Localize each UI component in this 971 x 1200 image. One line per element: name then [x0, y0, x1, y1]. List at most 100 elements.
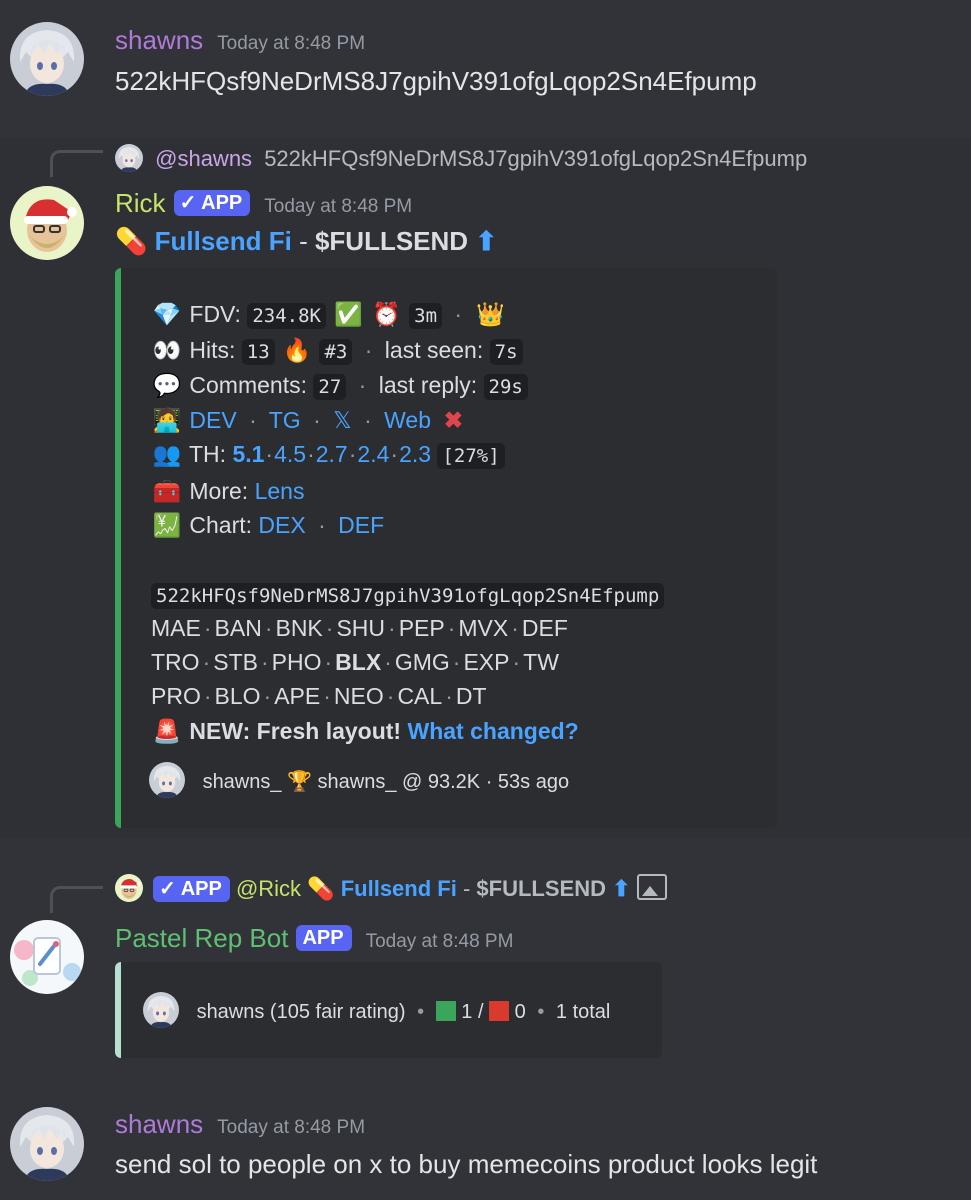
separator: ·: [452, 649, 461, 675]
separator: ·: [390, 441, 399, 467]
separator: ·: [358, 372, 367, 398]
separator: ·: [511, 615, 519, 641]
red-square-icon: [489, 1001, 510, 1021]
separator: ·: [260, 649, 269, 675]
link-dt[interactable]: DT: [456, 683, 487, 709]
link-blx[interactable]: BLX: [335, 649, 381, 675]
link-mvx[interactable]: MVX: [458, 615, 508, 641]
crown-icon: 👑: [476, 301, 505, 327]
fdv-value: 234.8K: [247, 303, 326, 329]
reply-token-name[interactable]: Fullsend Fi: [341, 876, 457, 901]
link-pho[interactable]: PHO: [272, 649, 322, 675]
web-link[interactable]: Web: [384, 407, 431, 433]
x-link[interactable]: 𝕏: [333, 407, 352, 433]
technologist-icon: 🧑‍💻: [152, 407, 182, 433]
avatar[interactable]: [10, 920, 84, 994]
avatar-image: [10, 920, 84, 994]
reply-mention[interactable]: @shawns: [155, 146, 252, 171]
message-rick: @shawns 522kHFQsf9NeDrMS8J7gpihV391ofgLq…: [0, 138, 971, 838]
separator: ·: [384, 649, 392, 675]
separator: ·: [364, 337, 373, 363]
link-stb[interactable]: STB: [213, 649, 258, 675]
embed-holders-row: 👥 TH: 5.1·4.5·2.7·2.4·2.3 [27%]: [151, 441, 505, 469]
embed-comments-row: 💬 Comments: 27 · last reply: 29s: [151, 372, 528, 400]
more-label: More:: [189, 478, 249, 504]
app-badge: APP: [296, 925, 352, 951]
link-mae[interactable]: MAE: [151, 615, 201, 641]
message-pastel-rep-bot: ✓ APP @Rick 💊 Fullsend Fi - $FULLSEND ⬆ …: [0, 860, 971, 1070]
th-percent: [27%]: [437, 443, 505, 469]
reply-mention[interactable]: @Rick: [236, 876, 301, 901]
comments-label: Comments:: [189, 372, 307, 398]
dex-link[interactable]: DEX: [258, 512, 305, 538]
image-icon: [636, 874, 667, 900]
th-value-5[interactable]: 2.3: [399, 441, 431, 467]
link-cal[interactable]: CAL: [397, 683, 442, 709]
embed-links-row-3: PRO · BLO · APE · NEO · CAL · DT: [151, 683, 487, 710]
message-title: 💊 Fullsend Fi - $FULLSEND ⬆: [115, 226, 497, 257]
reply-avatar: [115, 144, 143, 172]
separator: ·: [202, 649, 211, 675]
separator: ·: [249, 407, 257, 433]
link-tw[interactable]: TW: [523, 649, 559, 675]
clock-icon: ⏰: [372, 301, 402, 327]
lens-link[interactable]: Lens: [255, 478, 305, 504]
separator: ·: [313, 407, 321, 433]
separator: •: [537, 1001, 545, 1023]
rep-user-rating: shawns (105 fair rating): [196, 1001, 406, 1023]
link-bnk[interactable]: BNK: [275, 615, 322, 641]
what-changed-link[interactable]: What changed?: [408, 718, 579, 744]
th-label: TH:: [188, 441, 227, 467]
token-name-link[interactable]: Fullsend Fi: [155, 226, 292, 256]
separator: ·: [203, 615, 212, 641]
def-link[interactable]: DEF: [338, 512, 384, 538]
avatar[interactable]: [10, 22, 84, 96]
username[interactable]: Pastel Rep Bot: [115, 923, 288, 953]
telegram-link[interactable]: TG: [269, 407, 301, 433]
th-value-4[interactable]: 2.4: [357, 441, 389, 467]
th-value-1[interactable]: 5.1: [232, 441, 264, 467]
new-text: NEW: Fresh layout!: [189, 718, 402, 744]
username[interactable]: Rick: [115, 188, 166, 218]
reply-preview[interactable]: @shawns 522kHFQsf9NeDrMS8J7gpihV391ofgLq…: [115, 144, 807, 172]
rep-slash: /: [477, 1001, 484, 1023]
age-value: 3m: [409, 303, 443, 329]
username[interactable]: shawns: [115, 25, 203, 55]
separator: ·: [203, 683, 212, 709]
timestamp: Today at 8:48 PM: [217, 33, 366, 54]
link-neo[interactable]: NEO: [334, 683, 384, 709]
separator: ·: [447, 615, 456, 641]
siren-icon: 🚨: [152, 718, 182, 744]
link-exp[interactable]: EXP: [463, 649, 509, 675]
link-ape[interactable]: APE: [274, 683, 320, 709]
last-seen-value: 7s: [489, 339, 523, 365]
link-pep[interactable]: PEP: [399, 615, 445, 641]
th-value-3[interactable]: 2.7: [316, 441, 348, 467]
reply-text: 522kHFQsf9NeDrMS8J7gpihV391ofgLqop2Sn4Ef…: [264, 146, 808, 171]
separator: ·: [318, 512, 326, 538]
link-shu[interactable]: SHU: [336, 615, 385, 641]
last-reply-label: last reply:: [378, 372, 478, 398]
reply-preview[interactable]: ✓ APP @Rick 💊 Fullsend Fi - $FULLSEND ⬆: [115, 874, 667, 902]
link-blo[interactable]: BLO: [215, 683, 261, 709]
link-ban[interactable]: BAN: [215, 615, 262, 641]
username[interactable]: shawns: [115, 1109, 203, 1139]
avatar[interactable]: [10, 186, 84, 260]
link-tro[interactable]: TRO: [151, 649, 200, 675]
rep-avatar: [143, 992, 179, 1028]
separator: ·: [265, 441, 274, 467]
token-address[interactable]: 522kHFQsf9NeDrMS8J7gpihV391ofgLqop2Sn4Ef…: [151, 583, 665, 609]
avatar[interactable]: [10, 1107, 84, 1181]
arrow-up-icon: ⬆: [475, 226, 498, 256]
hits-value: 13: [241, 339, 275, 365]
dev-link[interactable]: DEV: [189, 407, 236, 433]
message-shawns-2: shawns Today at 8:48 PM send sol to peopl…: [0, 1085, 971, 1200]
link-def[interactable]: DEF: [522, 615, 568, 641]
link-pro[interactable]: PRO: [151, 683, 201, 709]
avatar-image: [10, 22, 84, 96]
last-seen-label: last seen:: [384, 337, 484, 363]
th-value-2[interactable]: 4.5: [274, 441, 306, 467]
link-gmg[interactable]: GMG: [395, 649, 450, 675]
separator: ·: [263, 683, 272, 709]
rank-value: #3: [319, 339, 353, 365]
